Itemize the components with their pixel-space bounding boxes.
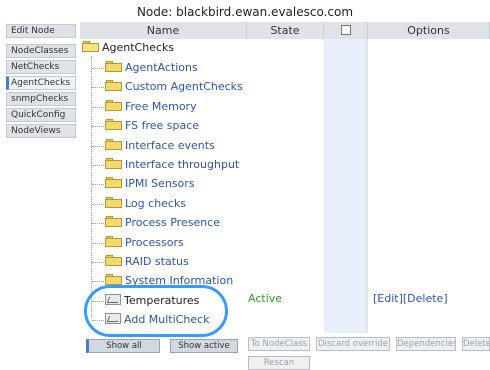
header-select-all[interactable] [324,22,368,39]
tree-branch-line [92,262,104,263]
folder-icon [105,61,122,72]
show-all-button[interactable]: Show all [86,339,160,353]
state-active-label: Active [248,292,283,305]
highlight-annotation [84,285,228,337]
folder-icon [105,255,122,266]
tree-item-label: RAID status [125,255,189,268]
folder-icon [105,99,122,111]
tree-item[interactable]: Process Presence [92,214,220,232]
window-title: Node: blackbird.ewan.evalesco.com [136,5,354,19]
tree-item[interactable]: RAID status [92,253,189,271]
nav-nodeclasses[interactable]: NodeClasses [6,44,76,58]
nav-agentchecks[interactable]: AgentChecks [6,76,76,90]
show-active-button[interactable]: Show active [170,339,238,353]
checkbox-column [324,39,366,333]
tree-branch-line [92,203,104,205]
left-nav: Edit Node NodeClasses NetChecks AgentChe… [6,24,76,140]
folder-icon [105,216,122,228]
window-titlebar: Node: blackbird.ewan.evalesco.com [0,0,490,22]
tree-item-label: Interface throughput [125,158,240,171]
folder-icon [105,119,122,131]
tree-branch-line [92,106,104,108]
tree-branch-line [92,184,104,186]
header-name[interactable]: Name [80,22,247,39]
column-divider [366,39,368,333]
nav-nodeviews[interactable]: NodeViews [6,124,76,138]
tree-item-label: Interface events [125,138,215,152]
folder-icon [105,274,122,286]
tree-root[interactable]: AgentChecks [82,39,174,57]
rescan-button[interactable]: Rescan [248,356,310,370]
tree-branch-line [92,145,104,147]
header-options[interactable]: Options [368,22,490,39]
tree-item[interactable]: Custom AgentChecks [92,78,243,96]
to-nodeclass-button[interactable]: To NodeClass [248,337,310,351]
tree-item[interactable]: FS free space [92,117,199,135]
nav-edit-node[interactable]: Edit Node [6,24,76,38]
tree-item[interactable]: Log checks [92,195,186,213]
tree-item[interactable]: Processors [92,234,184,252]
tree-branch-line [92,126,104,128]
tree-root-label: AgentChecks [102,41,175,54]
select-all-checkbox[interactable] [340,25,351,35]
tree-item-label: Process Presence [125,216,220,230]
tree-item-label: Log checks [125,196,187,210]
tree-branch-line [92,165,104,166]
folder-open-icon [82,41,99,52]
tree-branch-line [92,223,104,225]
tree-item[interactable]: AgentActions [92,59,198,77]
nav-quickconfig[interactable]: QuickConfig [6,108,76,122]
dependencies-button[interactable]: Dependencies [396,337,456,351]
tree-item-label: AgentActions [125,61,198,74]
delete-button[interactable]: Delete [462,337,490,351]
tree-branch-line [92,87,104,89]
folder-icon [105,177,122,189]
tree-item[interactable]: IPMI Sensors [92,175,195,193]
tree-item-label: Custom AgentChecks [125,80,243,94]
tree-item-label: FS free space [125,119,200,133]
tree-branch-line [92,281,104,283]
bottom-toolbar: Show all Show active To NodeClass Discar… [80,337,490,370]
folder-icon [105,158,122,169]
nav-netchecks[interactable]: NetChecks [6,60,76,74]
nav-snmpchecks[interactable]: snmpChecks [6,92,76,106]
tree-branch-line [92,68,104,69]
tree-branch-line [92,242,104,244]
folder-icon [105,80,122,92]
tree-item-label: Processors [125,235,184,249]
folder-icon [105,138,122,150]
tree-item[interactable]: Interface events [92,137,215,155]
tree-item-label: Free Memory [125,99,197,113]
header-state[interactable]: State [247,22,324,39]
discard-override-button[interactable]: Discard override [316,337,390,351]
tree-item[interactable]: Free Memory [92,98,197,116]
folder-icon [105,235,122,247]
folder-icon [105,196,122,208]
tree-item-label: IPMI Sensors [125,177,195,191]
tree-item[interactable]: Interface throughput [92,156,239,174]
edit-delete-links[interactable]: [Edit][Delete] [373,292,448,305]
